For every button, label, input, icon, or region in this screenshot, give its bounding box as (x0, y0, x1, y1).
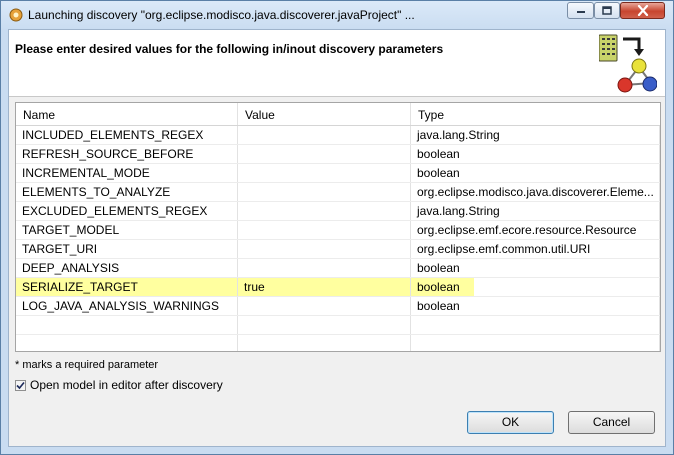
dialog-window: Launching discovery "org.eclipse.modisco… (0, 0, 674, 455)
empty-cell (411, 316, 660, 334)
param-name-cell: LOG_JAVA_ANALYSIS_WARNINGS (16, 297, 238, 315)
param-value-cell[interactable] (238, 240, 411, 258)
param-value-cell[interactable] (238, 202, 411, 220)
param-value-cell[interactable] (238, 183, 411, 201)
param-value-cell[interactable]: true (238, 278, 411, 296)
param-type-cell: boolean (411, 259, 660, 277)
param-value-cell[interactable] (238, 164, 411, 182)
param-type-cell: org.eclipse.modisco.java.discoverer.Elem… (411, 183, 660, 201)
maximize-icon (602, 6, 612, 15)
empty-cell (238, 335, 411, 351)
table-row-empty (16, 316, 660, 335)
dialog-content: Please enter desired values for the foll… (8, 29, 666, 447)
table-row[interactable]: INCREMENTAL_MODE boolean (16, 164, 660, 183)
param-name-cell: TARGET_URI (16, 240, 238, 258)
param-value-cell[interactable] (238, 297, 411, 315)
param-name-cell: EXCLUDED_ELEMENTS_REGEX (16, 202, 238, 220)
minimize-button[interactable] (567, 2, 594, 19)
table-row-highlighted[interactable]: SERIALIZE_TARGET true boolean (16, 278, 660, 297)
param-type-cell: java.lang.String (411, 126, 660, 144)
parameters-table: Name Value Type INCLUDED_ELEMENTS_REGEX … (15, 102, 661, 352)
param-type-cell: boolean (411, 278, 660, 296)
column-header-value[interactable]: Value (238, 103, 411, 125)
ok-button[interactable]: OK (467, 411, 554, 434)
param-name-cell: INCREMENTAL_MODE (16, 164, 238, 182)
empty-cell (16, 335, 238, 351)
header-banner: Please enter desired values for the foll… (9, 30, 665, 97)
table-row[interactable]: TARGET_MODEL org.eclipse.emf.ecore.resou… (16, 221, 660, 240)
param-type-cell: boolean (411, 145, 660, 163)
param-name-cell: DEEP_ANALYSIS (16, 259, 238, 277)
cancel-button[interactable]: Cancel (568, 411, 655, 434)
empty-cell (411, 335, 660, 351)
param-value-cell[interactable] (238, 221, 411, 239)
param-type-cell: boolean (411, 164, 660, 182)
column-header-type[interactable]: Type (411, 103, 660, 125)
banner-message: Please enter desired values for the foll… (15, 42, 444, 56)
minimize-icon (576, 10, 585, 13)
param-value-cell[interactable] (238, 126, 411, 144)
param-name-cell: TARGET_MODEL (16, 221, 238, 239)
open-in-editor-checkbox[interactable] (15, 379, 26, 391)
param-type-cell: boolean (411, 297, 660, 315)
table-row[interactable]: EXCLUDED_ELEMENTS_REGEX java.lang.String (16, 202, 660, 221)
param-type-text: boolean (411, 278, 474, 296)
maximize-button[interactable] (594, 2, 620, 19)
table-body: INCLUDED_ELEMENTS_REGEX java.lang.String… (16, 126, 660, 351)
checkmark-icon (16, 381, 25, 389)
param-type-cell: java.lang.String (411, 202, 660, 220)
table-row[interactable]: INCLUDED_ELEMENTS_REGEX java.lang.String (16, 126, 660, 145)
empty-cell (238, 316, 411, 334)
param-name-cell: ELEMENTS_TO_ANALYZE (16, 183, 238, 201)
table-header: Name Value Type (16, 103, 660, 126)
param-name-cell: REFRESH_SOURCE_BEFORE (16, 145, 238, 163)
table-row[interactable]: ELEMENTS_TO_ANALYZE org.eclipse.modisco.… (16, 183, 660, 202)
close-icon (637, 5, 648, 16)
eclipse-discovery-icon (9, 8, 23, 22)
required-hint: * marks a required parameter (15, 359, 159, 371)
window-title: Launching discovery "org.eclipse.modisco… (28, 8, 415, 22)
param-type-cell: org.eclipse.emf.ecore.resource.Resource (411, 221, 660, 239)
param-name-cell: SERIALIZE_TARGET (16, 278, 238, 296)
empty-cell (16, 316, 238, 334)
param-value-cell[interactable] (238, 259, 411, 277)
open-in-editor-label: Open model in editor after discovery (30, 378, 223, 392)
table-row[interactable]: REFRESH_SOURCE_BEFORE boolean (16, 145, 660, 164)
param-name-cell: INCLUDED_ELEMENTS_REGEX (16, 126, 238, 144)
param-type-cell: org.eclipse.emf.common.util.URI (411, 240, 660, 258)
table-row-empty (16, 335, 660, 351)
open-in-editor-option[interactable]: Open model in editor after discovery (15, 378, 223, 392)
table-row[interactable]: TARGET_URI org.eclipse.emf.common.util.U… (16, 240, 660, 259)
table-row[interactable]: DEEP_ANALYSIS boolean (16, 259, 660, 278)
discovery-wizard-icon (599, 34, 657, 93)
column-header-name[interactable]: Name (16, 103, 238, 125)
title-bar[interactable]: Launching discovery "org.eclipse.modisco… (1, 1, 673, 29)
close-button[interactable] (620, 2, 665, 19)
param-value-cell[interactable] (238, 145, 411, 163)
table-row[interactable]: LOG_JAVA_ANALYSIS_WARNINGS boolean (16, 297, 660, 316)
